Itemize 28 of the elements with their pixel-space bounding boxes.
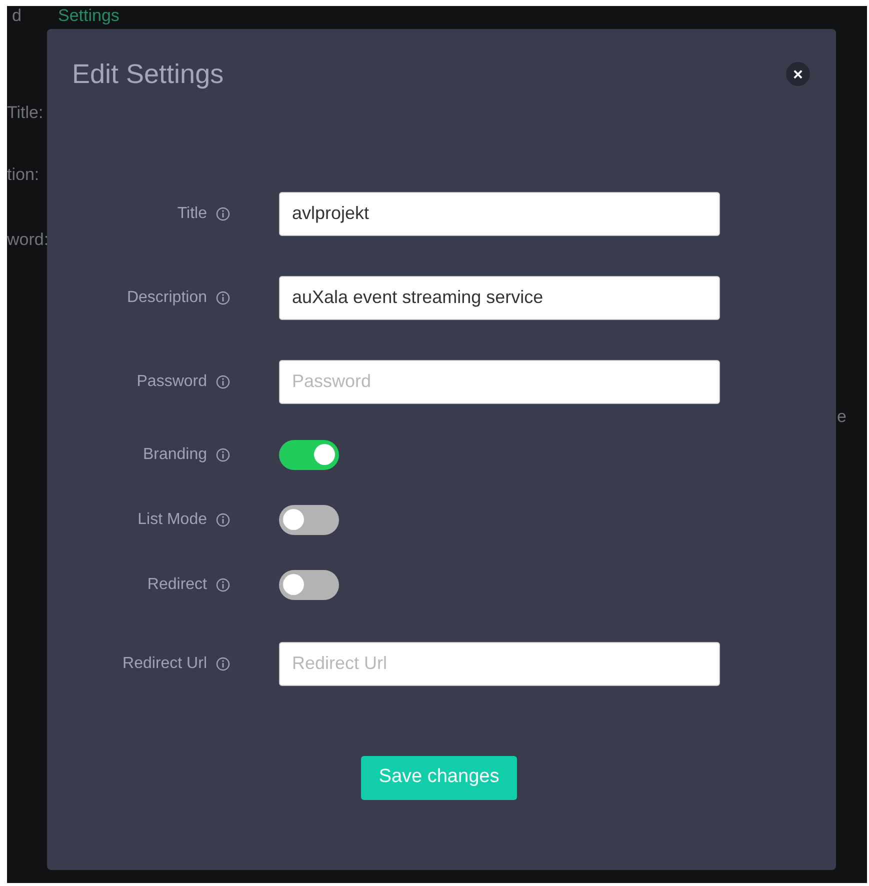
text-field[interactable]: auXala event streaming service bbox=[279, 276, 720, 320]
info-icon bbox=[216, 290, 230, 304]
toggle-switch[interactable] bbox=[279, 504, 339, 534]
info-icon bbox=[216, 448, 230, 462]
field-label: Description bbox=[126, 288, 207, 308]
background-text: e bbox=[837, 406, 846, 428]
field-label: Redirect Url bbox=[122, 654, 207, 674]
close-button[interactable]: × bbox=[786, 62, 810, 86]
text-field[interactable]: Password bbox=[279, 360, 720, 404]
info-icon bbox=[216, 578, 230, 592]
field-label: Redirect bbox=[147, 574, 207, 594]
toggle-switch[interactable] bbox=[279, 440, 339, 470]
field-label: Password bbox=[136, 372, 207, 392]
text-field[interactable]: avlprojekt bbox=[279, 192, 720, 236]
modal-title: Edit Settings bbox=[72, 58, 224, 91]
background-text: d bbox=[12, 6, 22, 27]
field-label: Branding bbox=[142, 444, 207, 464]
background-text: tion: bbox=[7, 164, 40, 186]
info-icon bbox=[216, 206, 230, 220]
background-text: Title: bbox=[7, 102, 44, 124]
info-icon bbox=[216, 512, 230, 526]
info-icon bbox=[216, 656, 230, 670]
toggle-switch[interactable] bbox=[279, 570, 339, 600]
background-text: word: bbox=[7, 229, 49, 251]
text-field[interactable]: Redirect Url bbox=[279, 642, 720, 686]
info-icon bbox=[216, 374, 230, 388]
field-label: List Mode bbox=[138, 510, 207, 530]
field-label: Title bbox=[177, 204, 207, 224]
